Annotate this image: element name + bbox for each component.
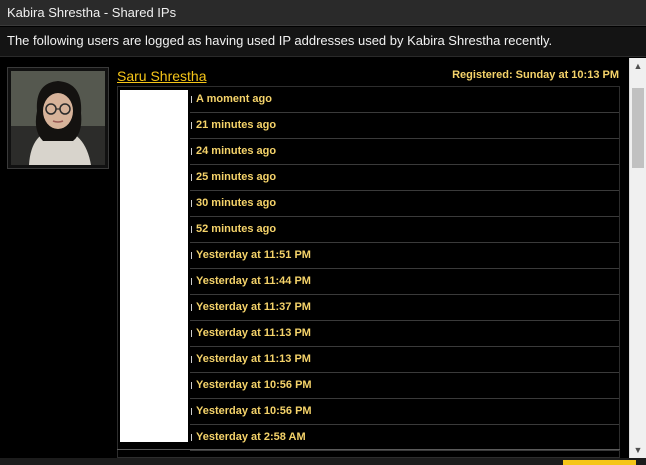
row-marker [191,200,192,207]
scrollbar-thumb[interactable] [632,88,644,168]
ip-log-row: Yesterday at 10:56 PM [190,373,619,399]
ip-log-row: A moment ago [190,87,619,113]
log-time: Yesterday at 11:37 PM [196,301,311,313]
log-time: Yesterday at 2:58 AM [196,431,306,443]
list-bottom-divider [117,449,620,450]
row-marker [191,122,192,129]
log-time: Yesterday at 11:51 PM [196,249,311,261]
row-marker [191,304,192,311]
ip-log-row: Yesterday at 10:56 PM [190,399,619,425]
ip-log-row: Yesterday at 11:13 PM [190,321,619,347]
avatar-photo [11,71,105,165]
shared-ips-description: The following users are logged as having… [0,27,646,57]
shared-ips-content: Saru Shrestha Registered: Sunday at 10:1… [0,58,628,458]
dialog-footer [0,458,646,465]
scroll-down-arrow-icon[interactable]: ▼ [630,442,646,458]
row-marker [191,408,192,415]
ip-log-row: Yesterday at 2:58 AM [190,425,619,451]
log-time: 21 minutes ago [196,119,277,131]
ip-log-row: 30 minutes ago [190,191,619,217]
row-marker [191,330,192,337]
ip-log-row: 52 minutes ago [190,217,619,243]
row-marker [191,278,192,285]
log-time: Yesterday at 10:56 PM [196,379,312,391]
row-marker [191,252,192,259]
avatar[interactable] [11,71,105,165]
row-marker [191,148,192,155]
dialog-title: Kabira Shrestha - Shared IPs [0,0,646,26]
log-time: Yesterday at 11:13 PM [196,353,311,365]
log-time: Yesterday at 11:13 PM [196,327,311,339]
row-marker [191,96,192,103]
scroll-up-arrow-icon[interactable]: ▲ [630,58,646,74]
log-time: Yesterday at 11:44 PM [196,275,311,287]
log-time: 52 minutes ago [196,223,277,235]
ip-log-row: 21 minutes ago [190,113,619,139]
log-time: 30 minutes ago [196,197,277,209]
user-profile-link[interactable]: Saru Shrestha [117,68,207,84]
log-time: 24 minutes ago [196,145,277,157]
row-marker [191,226,192,233]
registration-date: Registered: Sunday at 10:13 PM [452,69,619,81]
ip-log-list: A moment ago 21 minutes ago 24 minutes a… [117,86,620,458]
log-time: 25 minutes ago [196,171,277,183]
row-marker [191,382,192,389]
row-marker [191,434,192,441]
log-time: A moment ago [196,93,272,105]
ip-log-row: Yesterday at 11:13 PM [190,347,619,373]
row-marker [191,356,192,363]
row-marker [191,174,192,181]
ip-log-row: 24 minutes ago [190,139,619,165]
log-time: Yesterday at 10:56 PM [196,405,312,417]
ip-log-row: Yesterday at 11:44 PM [190,269,619,295]
footer-accent-bar [563,460,636,465]
vertical-scrollbar[interactable]: ▲ ▼ [629,58,646,458]
avatar-frame[interactable] [7,67,109,169]
ip-addresses-redacted [120,90,188,442]
ip-log-row: Yesterday at 11:37 PM [190,295,619,321]
ip-log-row: 25 minutes ago [190,165,619,191]
ip-log-row: Yesterday at 11:51 PM [190,243,619,269]
